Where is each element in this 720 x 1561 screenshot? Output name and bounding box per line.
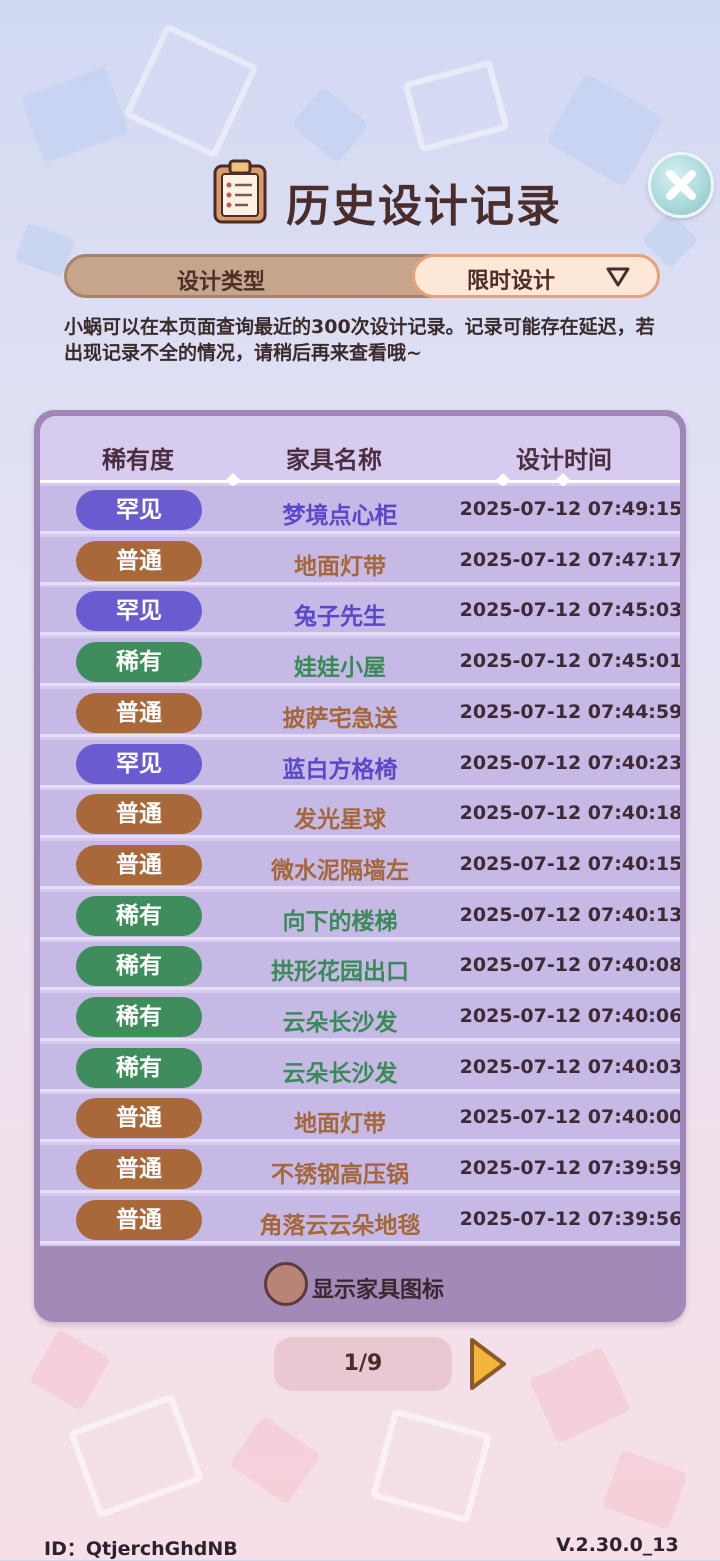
rarity-badge: 普通 [76,1149,202,1190]
furniture-name: 微水泥隔墙左 [271,857,409,884]
furniture-name: 蓝白方格椅 [282,756,398,783]
bg-decoration [601,1449,689,1531]
bg-decoration [290,86,370,164]
furniture-name: 向下的楼梯 [282,908,398,935]
page-indicator: 1/9 [274,1337,452,1391]
design-time: 2025-07-12 07:40:13 [459,903,680,926]
rarity-badge: 普通 [76,844,202,885]
rarity-badge: 普通 [76,540,202,581]
table-row: 罕见 梦境点心柜 2025-07-12 07:49:15 [40,486,680,534]
table-row: 普通 角落云云朵地毯 2025-07-12 07:39:56 [40,1195,680,1244]
bg-decoration [546,72,664,188]
rarity-badge: 稀有 [76,946,202,987]
furniture-name: 不锈钢高压锅 [271,1162,409,1189]
close-button[interactable] [648,152,714,218]
design-time: 2025-07-12 07:40:23 [459,751,680,774]
description-text: 小蜗可以在本页面查询最近的300次设计记录。记录可能存在延迟，若出现记录不全的情… [64,316,655,364]
column-header-name: 家具名称 [286,446,382,474]
rarity-badge: 普通 [76,1199,202,1240]
bg-decoration [20,66,130,164]
rarity-badge: 稀有 [76,997,202,1037]
design-time: 2025-07-12 07:44:59 [459,700,680,723]
design-time: 2025-07-12 07:39:56 [459,1207,680,1230]
divider-dot [225,472,241,488]
table-row: 稀有 拱形花园出口 2025-07-12 07:40:08 [40,942,680,991]
show-icon-label: 显示家具图标 [312,1278,445,1303]
table-row: 罕见 兔子先生 2025-07-12 07:45:03 [40,587,680,636]
rarity-badge: 普通 [76,692,202,733]
design-type-selected: 限时设计 [467,269,556,294]
page-title: 历史设计记录 [286,181,562,232]
rarity-badge: 普通 [76,1098,202,1139]
version-label: V.2.30.0_13 [556,1534,679,1556]
next-page-button[interactable] [466,1336,510,1392]
bg-decoration [229,1415,321,1505]
rarity-badge: 稀有 [76,895,202,936]
design-time: 2025-07-12 07:49:15 [459,498,680,520]
furniture-name: 云朵长沙发 [282,1060,398,1087]
furniture-name: 发光星球 [294,807,386,834]
column-header-rarity: 稀有度 [102,446,174,474]
records-table[interactable]: 稀有度 家具名称 设计时间 罕见 梦境点心柜 2025-07-12 07:49:15… [40,416,680,1252]
table-row: 稀有 向下的楼梯 2025-07-12 07:40:13 [40,891,680,940]
rarity-badge: 稀有 [76,1047,202,1088]
design-time: 2025-07-12 07:40:08 [459,954,680,977]
records-panel: 稀有度 家具名称 设计时间 罕见 梦境点心柜 2025-07-12 07:49:15… [34,410,686,1322]
table-row: 普通 微水泥隔墙左 2025-07-12 07:40:15 [40,840,680,889]
furniture-name: 云朵长沙发 [282,1010,398,1036]
furniture-name: 拱形花园出口 [271,959,409,986]
bg-decoration [528,1346,632,1444]
table-row: 稀有 云朵长沙发 2025-07-12 07:40:06 [40,993,680,1041]
design-type-dropdown[interactable]: 限时设计 [412,254,660,298]
bg-decoration [369,1408,493,1524]
table-header: 稀有度 家具名称 设计时间 [40,416,680,488]
furniture-name: 地面灯带 [294,553,386,580]
rarity-badge: 罕见 [76,490,202,530]
furniture-name: 地面灯带 [294,1111,386,1138]
divider-dot [555,472,571,488]
table-row: 稀有 娃娃小屋 2025-07-12 07:45:01 [40,638,680,687]
column-header-time: 设计时间 [516,446,612,474]
header-divider [40,480,680,483]
design-time: 2025-07-12 07:47:17 [459,548,680,571]
design-type-filter: 设计类型 限时设计 [64,254,660,298]
design-time: 2025-07-12 07:40:06 [459,1005,680,1027]
close-icon [666,170,696,200]
bg-decoration [402,59,510,153]
table-row: 普通 发光星球 2025-07-12 07:40:18 [40,790,680,839]
bg-decoration [67,1393,205,1519]
furniture-name: 梦境点心柜 [282,503,398,529]
design-time: 2025-07-12 07:45:03 [459,599,680,622]
table-row: 普通 不锈钢高压锅 2025-07-12 07:39:59 [40,1145,680,1194]
design-time: 2025-07-12 07:39:59 [459,1157,680,1180]
table-row: 稀有 云朵长沙发 2025-07-12 07:40:03 [40,1043,680,1092]
design-time: 2025-07-12 07:40:15 [459,852,680,875]
panel-footer: 显示家具图标 [34,1246,686,1322]
design-type-label: 设计类型 [177,270,266,295]
bg-decoration [123,23,259,159]
rarity-badge: 稀有 [76,642,202,683]
show-icon-toggle[interactable] [264,1262,308,1306]
design-time: 2025-07-12 07:45:01 [459,650,680,673]
divider-dot [495,472,511,488]
rarity-badge: 普通 [76,794,202,835]
next-arrow-icon [470,1338,506,1390]
design-time: 2025-07-12 07:40:03 [459,1055,680,1078]
rarity-badge: 罕见 [76,743,202,784]
furniture-name: 兔子先生 [294,604,386,631]
triangle-down-icon [606,267,630,287]
furniture-name: 娃娃小屋 [294,655,386,682]
design-time: 2025-07-12 07:40:18 [459,802,680,825]
table-row: 罕见 蓝白方格椅 2025-07-12 07:40:23 [40,739,680,788]
bg-decoration [29,1329,111,1411]
user-id: ID：QtjerchGhdNB [44,1538,238,1560]
table-row: 普通 地面灯带 2025-07-12 07:47:17 [40,536,680,585]
design-time: 2025-07-12 07:40:00 [459,1106,680,1129]
furniture-name: 披萨宅急送 [282,705,398,732]
furniture-name: 角落云云朵地毯 [259,1212,421,1239]
rarity-badge: 罕见 [76,591,202,632]
table-row: 普通 地面灯带 2025-07-12 07:40:00 [40,1094,680,1143]
clipboard-icon [212,158,268,224]
table-row: 普通 披萨宅急送 2025-07-12 07:44:59 [40,688,680,737]
